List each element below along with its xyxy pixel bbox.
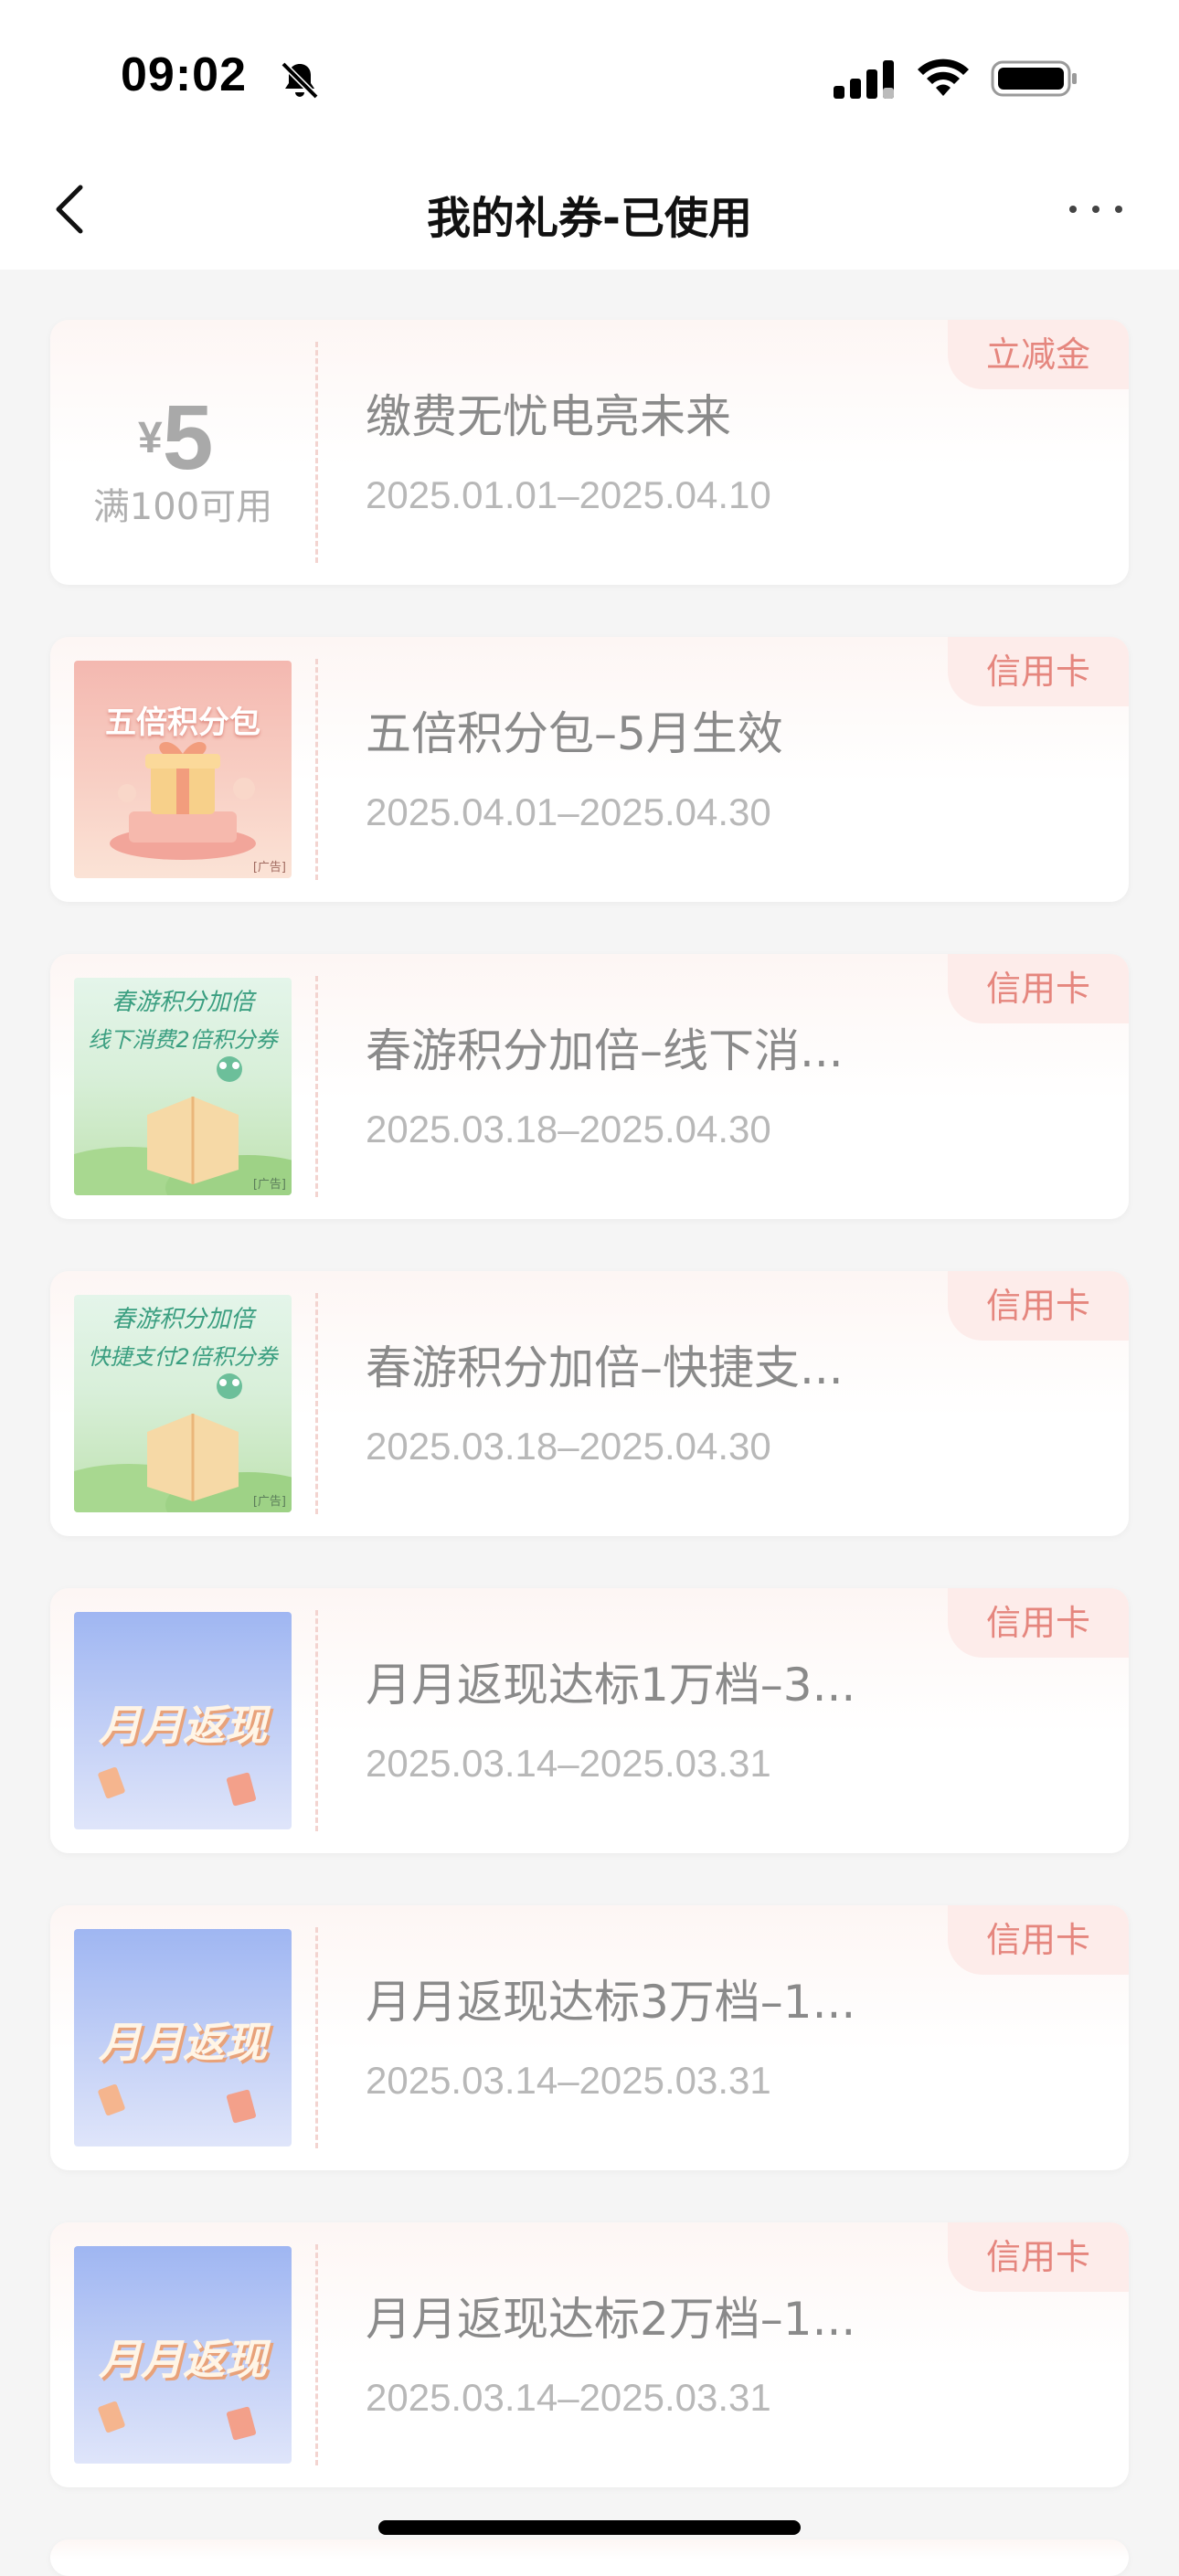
dashed-divider bbox=[315, 2244, 318, 2465]
coupon-dates: 2025.03.14–2025.03.31 bbox=[366, 1742, 771, 1785]
thumbnail-title: 月月返现 bbox=[99, 2335, 267, 2384]
coupon-condition: 满100可用 bbox=[92, 486, 273, 528]
dashed-divider bbox=[315, 1293, 318, 1514]
coupon-tag: 信用卡 bbox=[948, 637, 1129, 706]
coupon-dates: 2025.03.14–2025.03.31 bbox=[366, 2376, 771, 2419]
battery-icon bbox=[991, 60, 1077, 97]
coupon-amount: ¥5 bbox=[138, 386, 213, 491]
coupon-thumbnail: 月月返现 bbox=[74, 1612, 292, 1829]
coupon-thumbnail: 春游积分加倍 快捷支付2倍积分券 [广告] bbox=[74, 1295, 292, 1512]
coupon-thumbnail: 春游积分加倍 线下消费2倍积分券 [广告] bbox=[74, 978, 292, 1195]
coupon-name: 春游积分加倍–线下消... bbox=[366, 1024, 844, 1077]
amount-value: 5 bbox=[162, 387, 214, 489]
dashed-divider bbox=[315, 976, 318, 1197]
coupon-tag: 信用卡 bbox=[948, 954, 1129, 1023]
thumbnail-title: 月月返现 bbox=[99, 1701, 267, 1750]
dashed-divider bbox=[315, 342, 318, 563]
dashed-divider bbox=[315, 1927, 318, 2148]
thumbnail-title: 五倍积分包 bbox=[105, 705, 260, 741]
coupon-name: 五倍积分包–5月生效 bbox=[366, 707, 783, 760]
coupon-tag: 信用卡 bbox=[948, 1905, 1129, 1975]
coupon-thumbnail: 月月返现 bbox=[74, 2246, 292, 2464]
coupon-tag: 信用卡 bbox=[948, 2222, 1129, 2292]
coupon-name: 月月返现达标2万档–1... bbox=[366, 2293, 856, 2346]
thumbnail-title: 春游积分加倍 bbox=[111, 1306, 254, 1333]
coupon-dates: 2025.03.18–2025.04.30 bbox=[366, 1108, 771, 1150]
coupon-card[interactable]: 信用卡 月月返现 月月返现达标2万档–1... 2025.03.14–2025.… bbox=[50, 2222, 1129, 2487]
dashed-divider bbox=[315, 659, 318, 880]
signal-icon bbox=[834, 60, 894, 99]
coupon-card[interactable]: 信用卡 月月返现 月月返现达标3万档–1... 2025.03.14–2025.… bbox=[50, 1905, 1129, 2170]
thumbnail-subtitle: 快捷支付2倍积分券 bbox=[88, 1344, 278, 1370]
gift-box-illustration bbox=[110, 741, 256, 860]
thumbnail-subtitle: 线下消费2倍积分券 bbox=[88, 1027, 278, 1053]
wifi-icon bbox=[918, 58, 969, 96]
coupon-card[interactable]: 信用卡 月月返现 月月返现达标1万档–3... 2025.03.14–2025.… bbox=[50, 1588, 1129, 1853]
coupon-dates: 2025.03.14–2025.03.31 bbox=[366, 2059, 771, 2102]
ad-label: [广告] bbox=[252, 1178, 286, 1192]
coupon-name: 春游积分加倍–快捷支... bbox=[366, 1341, 844, 1394]
coupon-card[interactable]: 信用卡 春游积分加倍 快捷支付2倍积分券 [广告] 春游积分加倍–快捷支... … bbox=[50, 1271, 1129, 1536]
thumbnail-title: 月月返现 bbox=[99, 2018, 267, 2067]
coupon-thumbnail: 五倍积分包 [广告] bbox=[74, 661, 292, 878]
coupon-card[interactable]: 信用卡 春游积分加倍 线下消费2倍积分券 [广告] 春游积分加倍–线下消... … bbox=[50, 954, 1129, 1219]
coupon-tag: 信用卡 bbox=[948, 1271, 1129, 1341]
thumbnail-title: 春游积分加倍 bbox=[111, 989, 254, 1016]
home-indicator[interactable] bbox=[378, 2520, 801, 2535]
dashed-divider bbox=[315, 1610, 318, 1831]
coupon-tag: 立减金 bbox=[948, 320, 1129, 389]
nav-bar: 我的礼券-已使用 bbox=[0, 151, 1179, 270]
ad-label: [广告] bbox=[252, 1495, 286, 1509]
coupon-dates: 2025.04.01–2025.04.30 bbox=[366, 790, 771, 833]
coupon-name: 缴费无忧电亮未来 bbox=[366, 390, 731, 443]
currency-symbol: ¥ bbox=[138, 414, 163, 462]
more-dots-icon[interactable] bbox=[1064, 184, 1128, 235]
coupon-card[interactable]: 信用卡 五倍积分包 [广告] 五倍积分包–5月生效 2025.04.01–202… bbox=[50, 637, 1129, 902]
coupon-dates: 2025.01.01–2025.04.10 bbox=[366, 473, 771, 516]
status-time: 09:02 bbox=[121, 48, 247, 101]
coupon-card-partial[interactable] bbox=[50, 2539, 1129, 2576]
page-title: 我的礼券-已使用 bbox=[427, 193, 752, 244]
coupon-tag: 信用卡 bbox=[948, 1588, 1129, 1658]
coupon-name: 月月返现达标1万档–3... bbox=[366, 1659, 856, 1712]
coupon-card[interactable]: 立减金 ¥5 满100可用 缴费无忧电亮未来 2025.01.01–2025.0… bbox=[50, 320, 1129, 585]
bell-muted-icon bbox=[281, 61, 319, 100]
coupon-name: 月月返现达标3万档–1... bbox=[366, 1976, 856, 2029]
ad-label: [广告] bbox=[252, 861, 286, 875]
status-bar: 09:02 bbox=[0, 0, 1179, 151]
coupon-thumbnail: 月月返现 bbox=[74, 1929, 292, 2147]
coupon-dates: 2025.03.18–2025.04.30 bbox=[366, 1425, 771, 1468]
